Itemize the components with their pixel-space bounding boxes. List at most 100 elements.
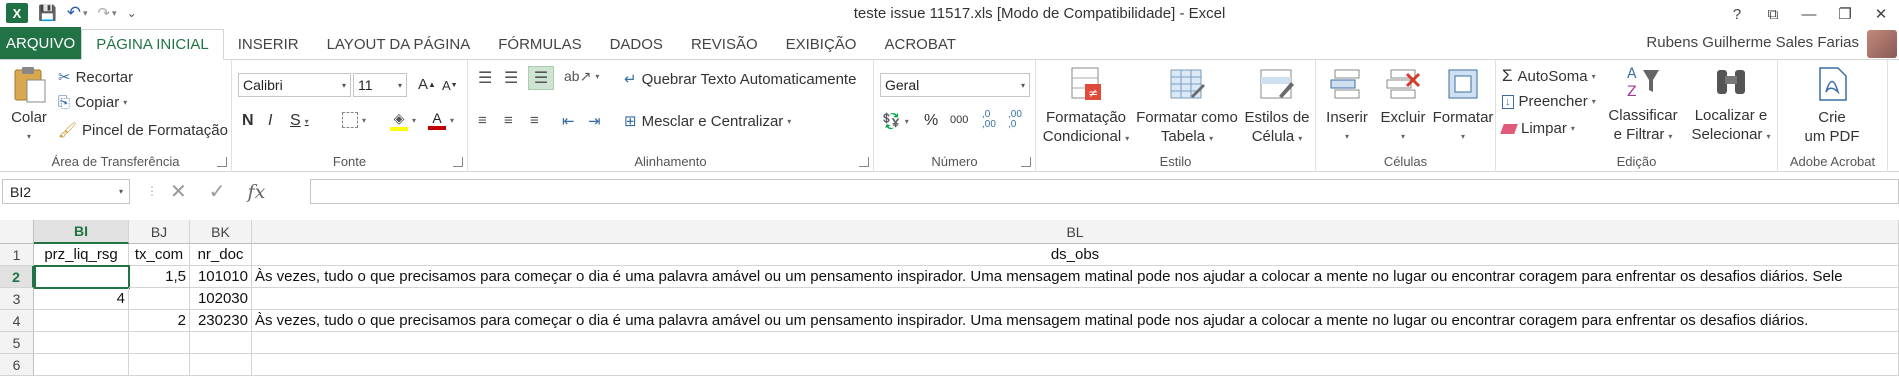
row-header-2[interactable]: 2 [0, 266, 34, 288]
borders-button[interactable]: ▾ [342, 112, 366, 128]
tab-acrobat[interactable]: ACROBAT [870, 29, 969, 59]
user-name[interactable]: Rubens Guilherme Sales Farias [1646, 34, 1859, 51]
cell-bi5[interactable] [34, 332, 129, 354]
cell-bj6[interactable] [129, 354, 190, 376]
tab-review[interactable]: REVISÃO [677, 29, 772, 59]
font-size-select[interactable]: 11 ▾ [353, 73, 407, 97]
cell-bi2[interactable] [34, 265, 130, 289]
increase-decimal-button[interactable]: ,0 ,00 [982, 110, 1002, 130]
orientation-icon[interactable]: ab↗ ▾ [564, 68, 599, 85]
format-painter-button[interactable]: 🖌 Pincel de Formatação [58, 121, 228, 140]
cell-bk5[interactable] [190, 332, 252, 354]
font-dialog-launcher-icon[interactable] [453, 157, 463, 167]
avatar[interactable] [1867, 30, 1897, 58]
delete-cells-button[interactable]: Excluir ▾ [1376, 64, 1430, 146]
column-header-bi[interactable]: BI [34, 220, 129, 244]
cell-bi6[interactable] [34, 354, 129, 376]
tab-insert[interactable]: INSERIR [224, 29, 313, 59]
cell-bk4[interactable]: 230230 [190, 310, 252, 332]
bold-button[interactable]: N [242, 112, 254, 130]
sort-filter-button[interactable]: A Z Classificar e Filtrar ▾ [1602, 62, 1684, 146]
cell-bk2[interactable]: 101010 [190, 266, 252, 288]
align-bottom-icon[interactable]: ☰ [528, 66, 554, 90]
row-header-3[interactable]: 3 [0, 288, 34, 310]
align-middle-icon[interactable]: ☰ [504, 68, 518, 88]
column-header-bj[interactable]: BJ [129, 220, 190, 244]
cell-bi4[interactable] [34, 310, 129, 332]
number-dialog-launcher-icon[interactable] [1021, 157, 1031, 167]
align-top-icon[interactable]: ☰ [478, 68, 492, 88]
cell-bl3[interactable] [252, 288, 1899, 310]
cell-styles-button[interactable]: Estilos de Célula ▾ [1240, 64, 1314, 148]
align-left-icon[interactable]: ≡ [478, 112, 487, 129]
row-header-6[interactable]: 6 [0, 354, 34, 376]
insert-cells-button[interactable]: Inserir ▾ [1320, 64, 1374, 146]
cell-bl2[interactable]: Às vezes, tudo o que precisamos para com… [252, 266, 1899, 288]
column-header-bk[interactable]: BK [190, 220, 252, 244]
grow-font-button[interactable]: A ▲ [418, 76, 436, 93]
clipboard-dialog-launcher-icon[interactable] [217, 157, 227, 167]
row-header-4[interactable]: 4 [0, 310, 34, 332]
increase-indent-icon[interactable]: ⇥ [588, 112, 601, 130]
clear-button[interactable]: Limpar ▾ [1500, 120, 1575, 137]
merge-center-button[interactable]: ⊞ Mesclar e Centralizar ▾ [624, 112, 791, 131]
align-center-icon[interactable]: ≡ [504, 112, 513, 129]
number-format-select[interactable]: Geral ▾ [880, 73, 1030, 97]
shrink-font-button[interactable]: A ▼ [442, 78, 458, 93]
select-all-corner[interactable] [0, 220, 34, 244]
percent-button[interactable]: % [924, 112, 938, 130]
format-cells-button[interactable]: Formatar ▾ [1432, 64, 1494, 146]
cell-bi1[interactable]: prz_liq_rsg [34, 244, 129, 266]
fill-color-button[interactable]: ◈ ▾ [390, 110, 416, 131]
tab-home[interactable]: PÁGINA INICIAL [81, 29, 224, 60]
underline-button[interactable]: S ▾ [290, 112, 309, 130]
insert-function-icon[interactable]: fx [248, 181, 266, 203]
tab-data[interactable]: DADOS [596, 29, 677, 59]
decrease-indent-icon[interactable]: ⇤ [562, 112, 575, 130]
format-as-table-button[interactable]: Formatar como Tabela ▾ [1134, 64, 1240, 148]
cell-bk3[interactable]: 102030 [190, 288, 252, 310]
thousands-separator-button[interactable]: 000 [950, 114, 968, 126]
tab-formulas[interactable]: FÓRMULAS [484, 29, 595, 59]
create-pdf-button[interactable]: Crie um PDF [1792, 64, 1872, 146]
tab-page-layout[interactable]: LAYOUT DA PÁGINA [313, 29, 485, 59]
row-header-1[interactable]: 1 [0, 244, 34, 266]
cell-bk1[interactable]: nr_doc [190, 244, 252, 266]
font-family-select[interactable]: Calibri ▾ [238, 73, 351, 97]
conditional-formatting-button[interactable]: ≠ Formatação Condicional ▾ [1040, 64, 1132, 148]
help-icon[interactable]: ? [1719, 0, 1755, 28]
row-header-5[interactable]: 5 [0, 332, 34, 354]
formula-input[interactable] [310, 179, 1899, 204]
cell-bl4[interactable]: Às vezes, tudo o que precisamos para com… [252, 310, 1899, 332]
cell-bi3[interactable]: 4 [34, 288, 129, 310]
wrap-text-button[interactable]: ↵ Quebrar Texto Automaticamente [624, 70, 856, 89]
confirm-entry-icon[interactable]: ✓ [209, 179, 226, 204]
autosum-button[interactable]: Σ AutoSoma ▾ [1502, 66, 1596, 86]
ribbon-display-options-icon[interactable]: ⧉ [1755, 0, 1791, 28]
font-color-button[interactable]: A ▾ [428, 110, 454, 130]
cell-bj5[interactable] [129, 332, 190, 354]
minimize-icon[interactable]: — [1791, 0, 1827, 28]
tab-file[interactable]: ARQUIVO [0, 27, 82, 59]
close-icon[interactable]: ✕ [1863, 0, 1899, 28]
cell-bj4[interactable]: 2 [129, 310, 190, 332]
fill-button[interactable]: ↓ Preencher ▾ [1502, 93, 1596, 110]
cell-bk6[interactable] [190, 354, 252, 376]
cell-bl1[interactable]: ds_obs [252, 244, 1899, 266]
alignment-dialog-launcher-icon[interactable] [859, 157, 869, 167]
align-right-icon[interactable]: ≡ [530, 112, 539, 129]
cell-bl6[interactable] [252, 354, 1899, 376]
cell-bj1[interactable]: tx_com [129, 244, 190, 266]
cut-button[interactable]: ✂ Recortar [58, 68, 133, 87]
paste-button[interactable]: Colar ▾ [6, 64, 52, 146]
name-box[interactable]: BI2 ▾ [2, 179, 130, 204]
cell-bj2[interactable]: 1,5 [129, 266, 190, 288]
cell-bl5[interactable] [252, 332, 1899, 354]
cell-bj3[interactable] [129, 288, 190, 310]
accounting-format-icon[interactable]: 💱 ▾ [882, 112, 909, 130]
copy-button[interactable]: ⎘ Copiar ▾ [58, 94, 127, 111]
italic-button[interactable]: I [268, 112, 272, 130]
cancel-entry-icon[interactable]: ✕ [170, 179, 187, 204]
column-header-bl[interactable]: BL [252, 220, 1899, 244]
restore-icon[interactable]: ❐ [1827, 0, 1863, 28]
